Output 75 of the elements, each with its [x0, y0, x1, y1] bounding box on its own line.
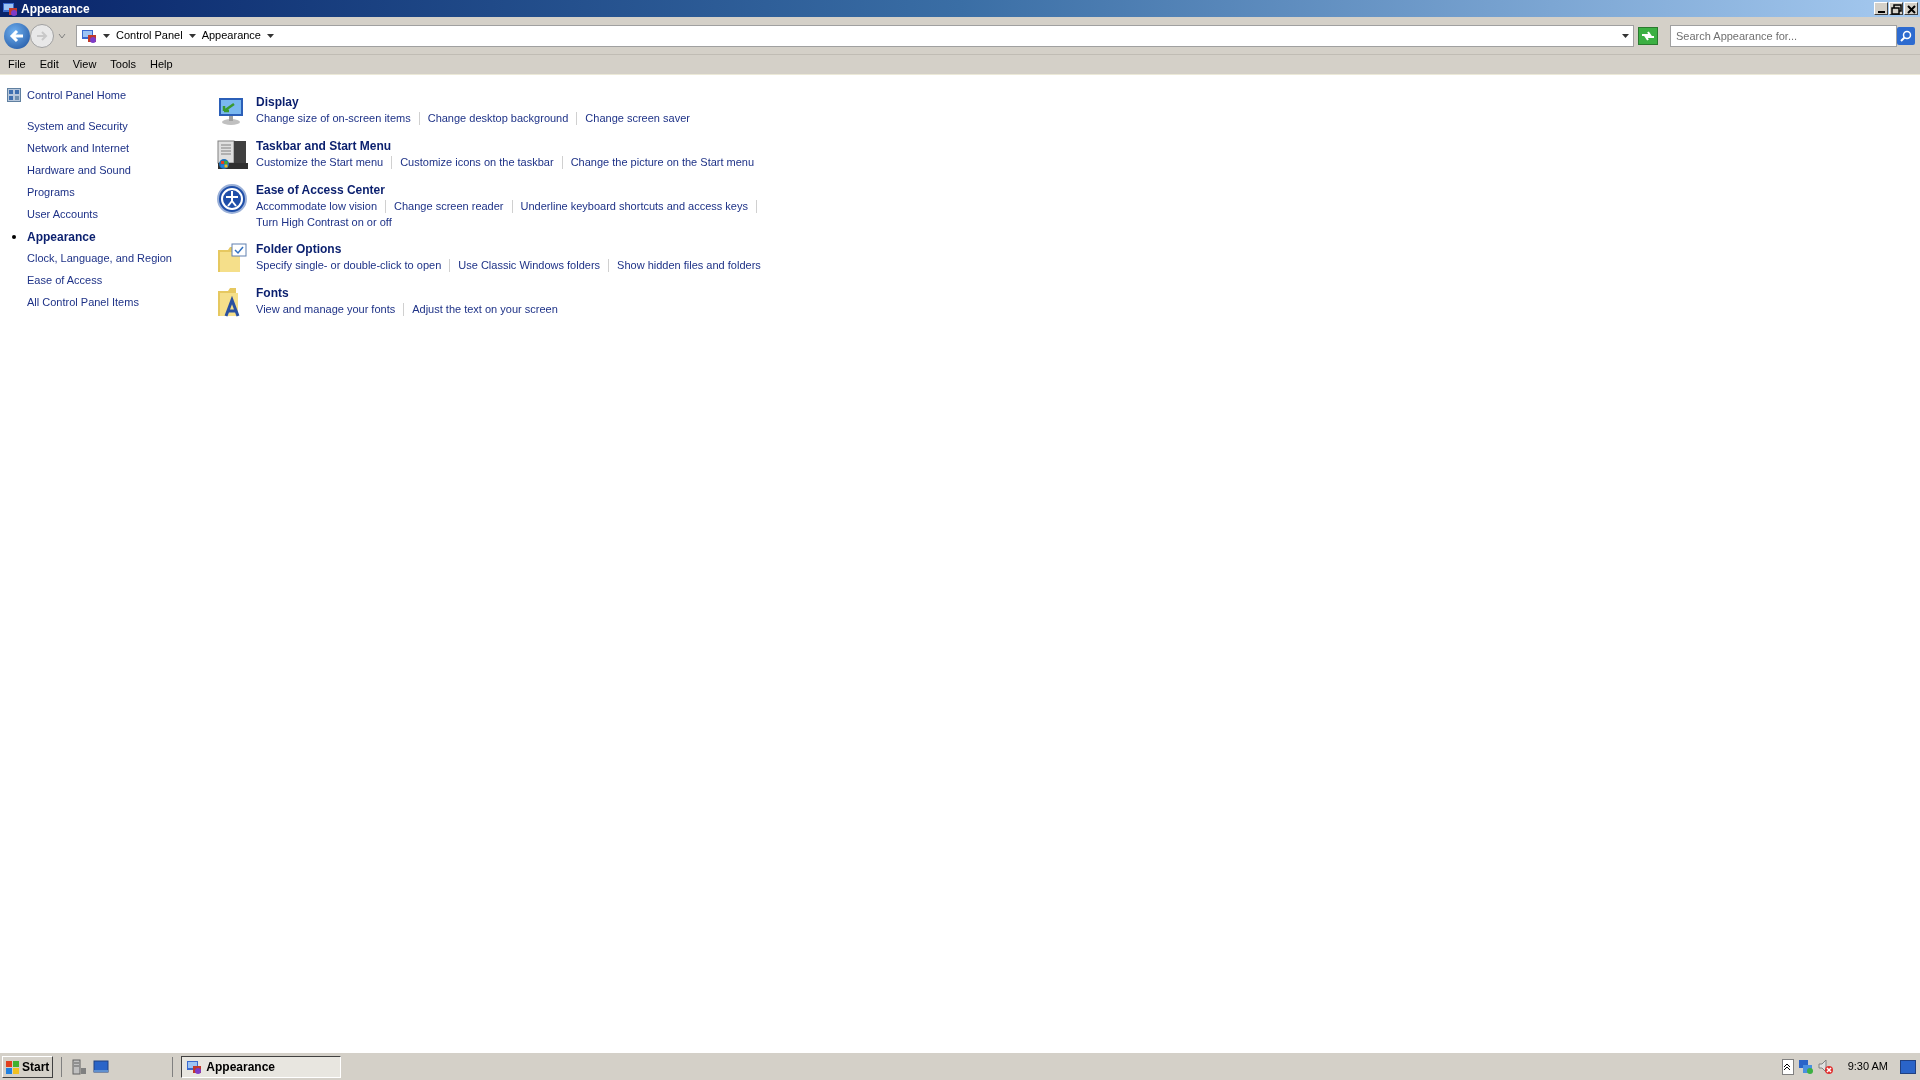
- clock[interactable]: 9:30 AM: [1847, 1058, 1888, 1075]
- desktop-icon[interactable]: [92, 1057, 111, 1076]
- task-link[interactable]: Underline keyboard shortcuts and access keys: [520, 197, 748, 215]
- restore-button[interactable]: [1889, 2, 1903, 15]
- muted-speaker-icon[interactable]: [1817, 1058, 1834, 1075]
- task-link[interactable]: Accommodate low vision: [256, 197, 378, 215]
- sidebar-item[interactable]: User Accounts: [27, 206, 98, 223]
- taskbar-icon: [216, 139, 248, 171]
- control-panel-icon: [2, 0, 18, 17]
- accessibility-icon: [216, 183, 248, 215]
- task-link[interactable]: Show hidden files and folders: [617, 256, 761, 274]
- category-title[interactable]: Folder Options: [256, 242, 342, 257]
- menu-item[interactable]: Edit: [34, 56, 64, 73]
- folder-icon: [216, 242, 248, 274]
- refresh-icon: [1641, 30, 1655, 41]
- address-field[interactable]: Control Panel Appearance: [76, 24, 1634, 47]
- breadcrumb-item[interactable]: Control Panel: [116, 27, 183, 44]
- chevron-up-icon: [1782, 1062, 1791, 1071]
- sidebar-item[interactable]: System and Security: [27, 118, 128, 135]
- category-title[interactable]: Display: [256, 95, 299, 110]
- search-button[interactable]: [1897, 26, 1915, 45]
- task-link[interactable]: Change desktop background: [427, 109, 569, 127]
- caret-icon: [103, 33, 110, 38]
- task-link[interactable]: Change screen reader: [394, 197, 504, 215]
- task-link[interactable]: View and manage your fonts: [256, 300, 396, 318]
- sidebar-item[interactable]: Appearance: [27, 227, 96, 246]
- server-icon[interactable]: [70, 1057, 89, 1076]
- caret-icon: [267, 33, 274, 38]
- caret-icon: [188, 33, 196, 38]
- forward-arrow-icon: [35, 29, 49, 42]
- sidebar-item[interactable]: All Control Panel Items: [27, 294, 139, 311]
- task-link[interactable]: Adjust the text on your screen: [412, 300, 558, 318]
- taskbar-button[interactable]: Appearance: [181, 1055, 342, 1078]
- menu-item[interactable]: View: [67, 56, 102, 73]
- sidebar-item[interactable]: Ease of Access: [27, 272, 103, 289]
- network-icon[interactable]: [1797, 1058, 1814, 1075]
- breadcrumb-item[interactable]: Appearance: [201, 27, 261, 44]
- task-link[interactable]: Change screen saver: [585, 109, 690, 127]
- category-title[interactable]: Taskbar and Start Menu: [256, 139, 392, 154]
- caret-icon: [1622, 33, 1629, 38]
- task-link[interactable]: Customize the Start menu: [256, 153, 384, 171]
- task-link[interactable]: Specify single- or double-click to open: [256, 256, 442, 274]
- menu-item[interactable]: Tools: [105, 56, 142, 73]
- control-panel-icon: [7, 88, 21, 103]
- task-link[interactable]: Turn High Contrast on or off: [256, 213, 392, 231]
- category-title[interactable]: Fonts: [256, 286, 289, 301]
- show-desktop-button[interactable]: [1900, 1059, 1916, 1074]
- window-title: Appearance: [21, 0, 90, 18]
- minimize-icon: [1877, 10, 1885, 13]
- restore-icon: [1890, 2, 1902, 15]
- minimize-button[interactable]: [1874, 2, 1888, 15]
- close-icon: [1905, 2, 1917, 15]
- back-arrow-icon: [9, 28, 25, 43]
- refresh-button[interactable]: [1638, 26, 1658, 45]
- sidebar-item[interactable]: Hardware and Sound: [27, 162, 131, 179]
- sidebar-item[interactable]: Network and Internet: [27, 140, 130, 157]
- windows-logo-icon: [6, 1059, 20, 1074]
- search-field[interactable]: Search Appearance for...: [1670, 24, 1897, 47]
- category-title[interactable]: Ease of Access Center: [256, 183, 385, 198]
- control-panel-icon: [186, 1058, 203, 1075]
- control-panel-icon: [81, 27, 97, 44]
- menu-item[interactable]: File: [3, 56, 31, 73]
- task-link[interactable]: Change size of on-screen items: [256, 109, 411, 127]
- close-button[interactable]: [1904, 2, 1918, 15]
- sidebar-item[interactable]: Clock, Language, and Region: [27, 250, 172, 267]
- back-button[interactable]: [4, 22, 30, 49]
- selected-bullet: [12, 234, 16, 239]
- start-button[interactable]: Start: [2, 1055, 54, 1078]
- sidebar-link[interactable]: Control Panel Home: [27, 87, 127, 104]
- sidebar-item[interactable]: Programs: [27, 184, 75, 201]
- menu-item[interactable]: Help: [145, 56, 178, 73]
- task-link[interactable]: Use Classic Windows folders: [458, 256, 601, 274]
- task-link[interactable]: Change the picture on the Start menu: [570, 153, 755, 171]
- task-link[interactable]: Customize icons on the taskbar: [400, 153, 554, 171]
- show-hidden-icons-button[interactable]: [1781, 1058, 1794, 1075]
